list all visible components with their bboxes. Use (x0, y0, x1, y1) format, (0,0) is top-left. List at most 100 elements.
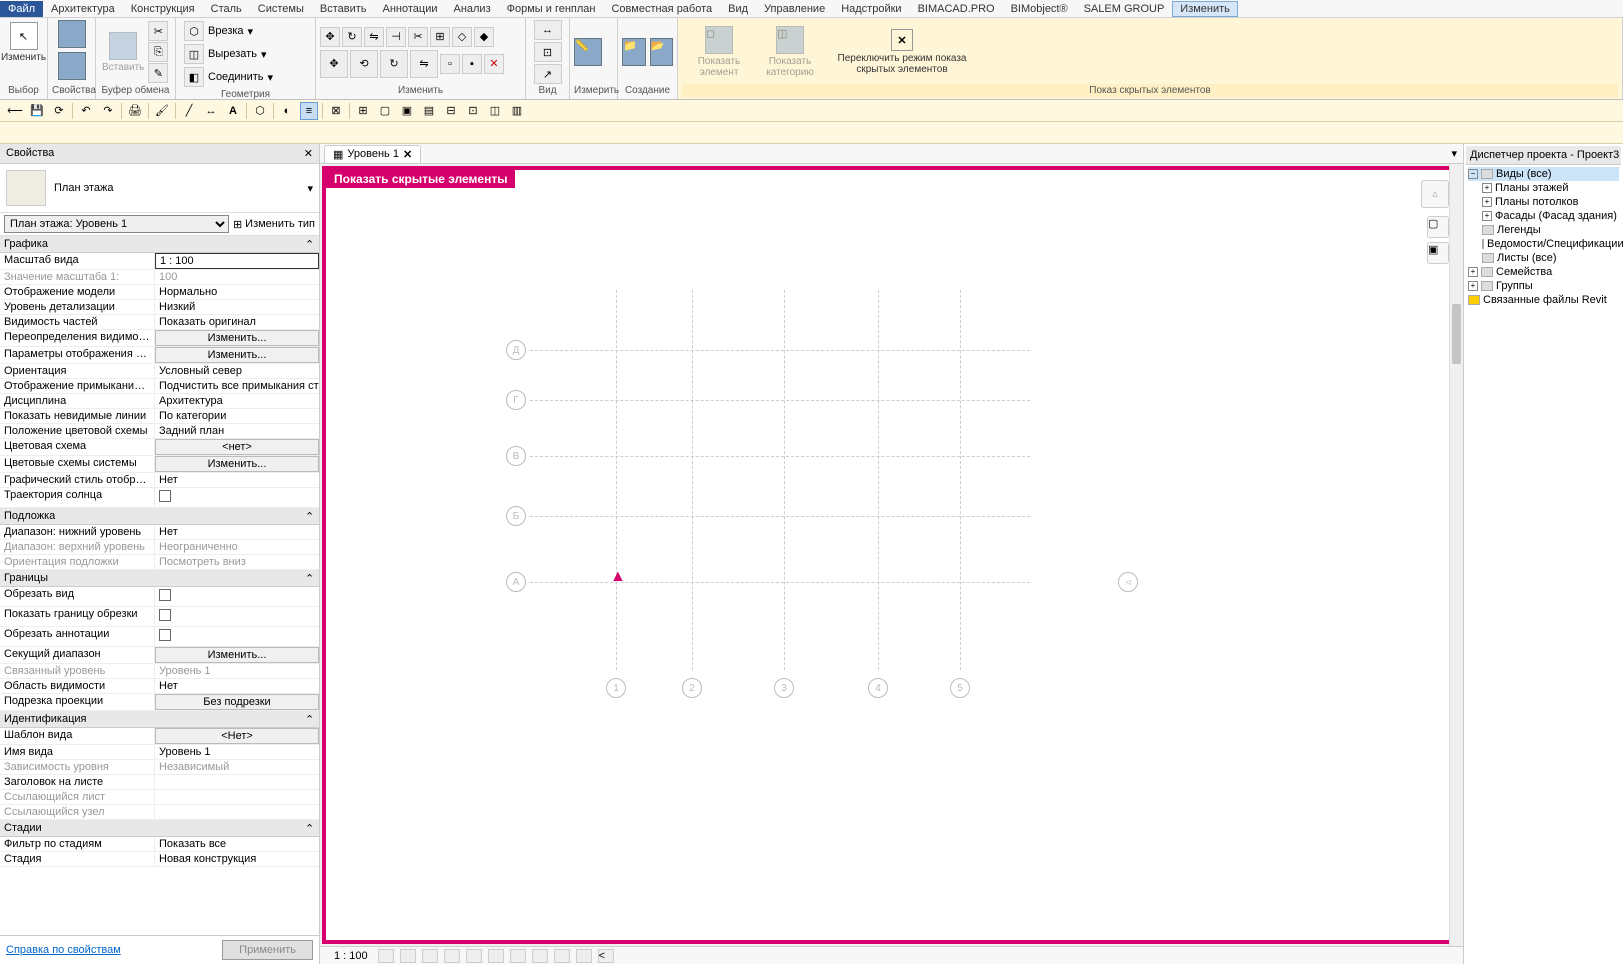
copy-button[interactable]: ⎘ (148, 42, 168, 62)
menu-analyze[interactable]: Анализ (445, 1, 498, 17)
tree-expand-icon[interactable]: + (1482, 211, 1492, 221)
scrollbar-thumb[interactable] (1452, 304, 1461, 364)
prop-hiddenlines-value[interactable]: По категории (155, 409, 319, 423)
prop-projcrop-button[interactable]: Без подрезки (155, 694, 319, 710)
status-constraints[interactable] (576, 949, 592, 963)
menu-view[interactable]: Вид (720, 1, 756, 17)
tree-families[interactable]: +Семейства (1468, 265, 1619, 279)
menu-systems[interactable]: Системы (250, 1, 312, 17)
properties-help-link[interactable]: Справка по свойствам (6, 944, 121, 956)
rotate-big-button[interactable]: ↻ (380, 50, 408, 78)
tool-d[interactable]: ▪ (462, 54, 482, 74)
menu-steel[interactable]: Сталь (203, 1, 250, 17)
properties-icon[interactable] (58, 20, 86, 48)
grid-line[interactable] (530, 582, 1030, 583)
qat-t6[interactable]: ◫ (486, 102, 504, 120)
status-reveal[interactable] (554, 949, 570, 963)
prop-colorpos-value[interactable]: Задний план (155, 424, 319, 438)
qat-t4[interactable]: ⊟ (442, 102, 460, 120)
measure-icon[interactable]: 📏 (574, 38, 602, 66)
prop-rangelow-value[interactable]: Нет (155, 525, 319, 539)
cut-geom-button[interactable]: ◫Вырезать ▾ (180, 43, 270, 65)
tree-schedules[interactable]: Ведомости/Спецификации (1468, 237, 1619, 251)
prop-visparts-value[interactable]: Показать оригинал (155, 315, 319, 329)
menu-insert[interactable]: Вставить (312, 1, 375, 17)
split-button[interactable]: ✂ (408, 27, 428, 47)
cope-button[interactable]: ⬡Врезка ▾ (180, 20, 257, 42)
menu-bimobject[interactable]: BIMobject® (1003, 1, 1076, 17)
prop-cropview-check[interactable] (155, 587, 319, 606)
view-scrollbar[interactable] (1449, 164, 1463, 946)
qat-back[interactable]: ⟵ (6, 102, 24, 120)
menu-salem[interactable]: SALEM GROUP (1076, 1, 1173, 17)
grid-bubble-col[interactable]: 5 (950, 678, 970, 698)
properties-type-header[interactable]: План этажа ▾ (0, 164, 319, 213)
grid-line[interactable] (692, 290, 693, 670)
qat-line[interactable]: ╱ (180, 102, 198, 120)
tree-sheets[interactable]: Листы (все) (1468, 251, 1619, 265)
tree-legends[interactable]: Легенды (1468, 223, 1619, 237)
elevation-marker[interactable]: ◃ (1118, 572, 1138, 592)
grid-bubble-row[interactable]: В (506, 446, 526, 466)
cut-button[interactable]: ✂ (148, 21, 168, 41)
mirror-big-button[interactable]: ⇋ (410, 50, 438, 78)
create-icon-a[interactable]: 📁 (622, 38, 646, 66)
view-tool-c[interactable]: ↗ (534, 64, 562, 84)
nav-home-icon[interactable]: ⌂ (1421, 180, 1449, 208)
grid-line[interactable] (960, 290, 961, 670)
grid-line[interactable] (530, 516, 1030, 517)
apply-button[interactable]: Применить (222, 940, 313, 960)
qat-switch[interactable]: ⊞ (354, 102, 372, 120)
array-button[interactable]: ⊞ (430, 27, 450, 47)
tree-floorplans[interactable]: +Планы этажей (1468, 181, 1619, 195)
menu-modify[interactable]: Изменить (1172, 1, 1238, 17)
qat-3d[interactable]: ⬡ (251, 102, 269, 120)
grid-bubble-row[interactable]: Г (506, 390, 526, 410)
prop-gfxstyle-value[interactable]: Нет (155, 473, 319, 487)
grid-bubble-col[interactable]: 4 (868, 678, 888, 698)
view-tool-b[interactable]: ⊡ (534, 42, 562, 62)
grid-bubble-col[interactable]: 3 (774, 678, 794, 698)
basepoint-icon[interactable]: ▲ (610, 568, 626, 584)
prop-cropborder-check[interactable] (155, 607, 319, 626)
view-tabs-menu[interactable]: ▾ (1445, 147, 1463, 160)
qat-t3[interactable]: ▤ (420, 102, 438, 120)
grid-line[interactable] (530, 400, 1030, 401)
prop-visarea-value[interactable]: Нет (155, 679, 319, 693)
prop-scale-value[interactable]: 1 : 100 (155, 253, 319, 269)
status-sun[interactable] (422, 949, 438, 963)
grid-line[interactable] (616, 290, 617, 670)
tool-a[interactable]: ◇ (452, 27, 472, 47)
move-big-button[interactable]: ✥ (320, 50, 348, 78)
prop-gfxparams-button[interactable]: Изменить... (155, 347, 319, 363)
prop-detail-value[interactable]: Низкий (155, 300, 319, 314)
qat-redo[interactable]: ↷ (99, 102, 117, 120)
drawing-canvas[interactable]: Показать скрытые элементы ⌂ ▢ ▣ Д Г В Б … (322, 166, 1461, 944)
prop-walljoin-value[interactable]: Подчистить все примыкания стен (155, 379, 319, 393)
prop-sunpath-check[interactable] (155, 488, 319, 507)
prop-orient-value[interactable]: Условный север (155, 364, 319, 378)
qat-paint[interactable]: 🖌 (153, 102, 171, 120)
menu-manage[interactable]: Управление (756, 1, 833, 17)
prop-stage-value[interactable]: Новая конструкция (155, 852, 319, 866)
menu-annotate[interactable]: Аннотации (375, 1, 446, 17)
type-dropdown-icon[interactable]: ▾ (307, 182, 313, 195)
tree-expand-icon[interactable]: + (1468, 281, 1478, 291)
status-temp[interactable] (532, 949, 548, 963)
qat-t7[interactable]: ▥ (508, 102, 526, 120)
tool-c[interactable]: ▫ (440, 54, 460, 74)
view-tool-a[interactable]: ↔ (534, 20, 562, 40)
qat-section[interactable]: ◐ (278, 102, 296, 120)
status-crop[interactable] (488, 949, 504, 963)
type-props-icon[interactable] (58, 52, 86, 80)
nav-tool-a[interactable]: ▢ (1427, 216, 1449, 238)
section-stages[interactable]: Стадии⌃ (0, 820, 319, 837)
view-tab-close[interactable]: ✕ (403, 148, 412, 161)
prop-discipline-value[interactable]: Архитектура (155, 394, 319, 408)
join-button[interactable]: ◧Соединить ▾ (180, 66, 277, 88)
section-underlay[interactable]: Подложка⌃ (0, 508, 319, 525)
tree-expand-icon[interactable]: + (1482, 197, 1492, 207)
prop-sectionrange-button[interactable]: Изменить... (155, 647, 319, 663)
menu-structure[interactable]: Конструкция (123, 1, 203, 17)
qat-t5[interactable]: ⊡ (464, 102, 482, 120)
